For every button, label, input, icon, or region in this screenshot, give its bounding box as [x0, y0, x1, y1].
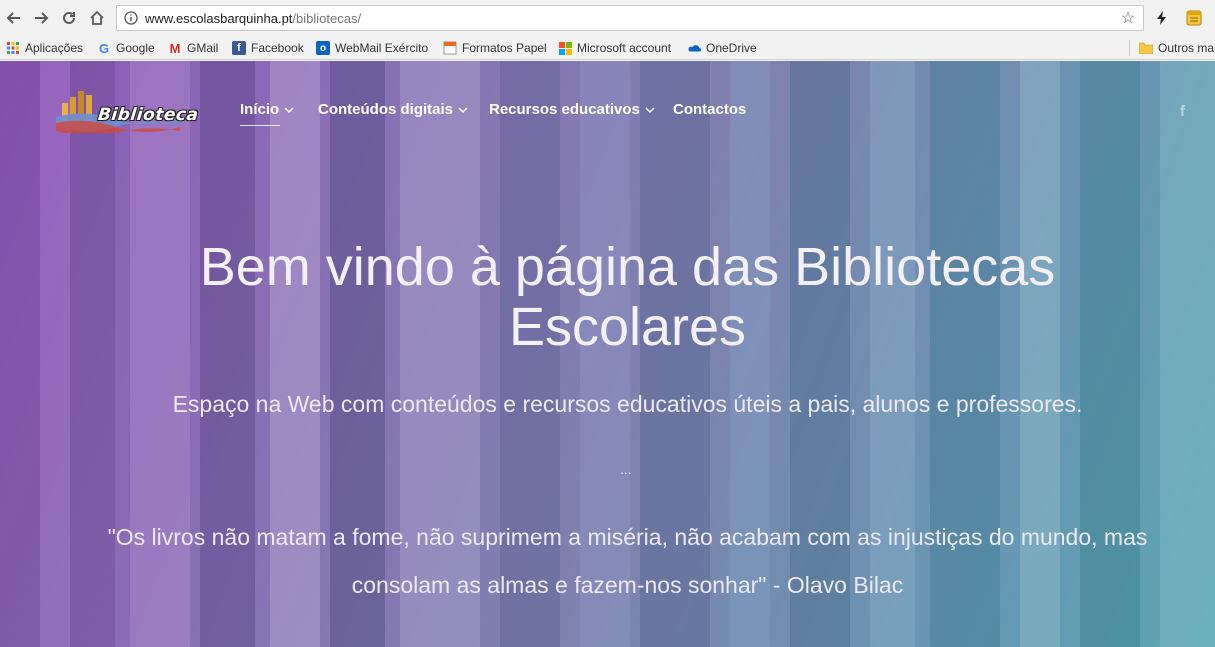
chevron-down-icon: [645, 105, 655, 115]
facebook-icon: f: [232, 41, 246, 55]
apps-grid-icon: [6, 41, 20, 55]
bookmark-google[interactable]: G Google: [97, 39, 155, 57]
google-icon: G: [98, 40, 110, 56]
nav-item-inicio[interactable]: Início: [240, 101, 294, 126]
bookmark-label: OneDrive: [706, 41, 757, 55]
url-host: www.escolasbarquinha.pt: [145, 10, 293, 26]
logo-text: Biblioteca: [96, 105, 200, 125]
browser-toolbar: www.escolasbarquinha.pt/bibliotecas/ ☆: [0, 0, 1215, 36]
address-bar[interactable]: www.escolasbarquinha.pt/bibliotecas/ ☆: [116, 5, 1144, 31]
reload-icon[interactable]: [59, 8, 79, 28]
bookmark-label: Aplicações: [25, 41, 84, 55]
hero-subtitle: Espaço na Web com conteúdos e recursos e…: [172, 391, 1083, 417]
hero-title-line2: Escolares: [508, 297, 747, 357]
nav-item-conteudos-digitais[interactable]: Conteúdos digitais: [318, 101, 468, 118]
bookmarks-divider: [1129, 40, 1130, 56]
microsoft-icon: [558, 41, 572, 55]
folder-icon: [1139, 41, 1153, 55]
outlook-icon: o: [316, 41, 330, 55]
nav-item-recursos-educativos[interactable]: Recursos educativos: [489, 101, 655, 118]
facebook-icon[interactable]: f: [1180, 103, 1185, 120]
hero-quote: "Os livros não matam a fome, não suprime…: [60, 513, 1195, 609]
bookmark-label: WebMail Exército: [335, 41, 429, 55]
bookmark-gmail[interactable]: M GMail: [168, 39, 219, 57]
bookmarks-bar: Aplicações G Google M GMail f Facebook o…: [0, 36, 1215, 60]
chevron-down-icon: [284, 105, 294, 115]
hero-separator: ...: [620, 461, 632, 477]
hero-quote-line2: consolam as almas e fazem-nos sonhar" - …: [351, 572, 904, 598]
nav-label: Início: [240, 101, 280, 118]
active-underline: [240, 125, 280, 126]
star-icon[interactable]: ☆: [1119, 9, 1137, 27]
nav-label: Conteúdos digitais: [318, 101, 453, 118]
hero-title-line1: Bem vindo à página das Bibliotecas: [199, 237, 1056, 297]
bookmark-onedrive[interactable]: OneDrive: [687, 39, 757, 57]
url-text[interactable]: www.escolasbarquinha.pt/bibliotecas/: [145, 11, 361, 26]
bookmark-formatos-papel[interactable]: Formatos Papel: [443, 39, 547, 57]
gmail-icon: M: [169, 40, 181, 56]
nav-label: Recursos educativos: [489, 101, 640, 118]
bolt-extension-icon[interactable]: [1153, 9, 1171, 27]
bookmark-label: Microsoft account: [577, 41, 672, 55]
bookmark-apps[interactable]: Aplicações: [6, 39, 83, 57]
page-icon: [443, 41, 457, 55]
bookmark-label: Google: [116, 41, 155, 55]
bookmark-label: Outros ma: [1158, 41, 1215, 55]
bookmark-label: GMail: [187, 41, 219, 55]
site-logo[interactable]: Biblioteca: [56, 87, 200, 137]
url-path: /bibliotecas/: [292, 10, 362, 26]
chevron-down-icon: [458, 105, 468, 115]
back-arrow-icon[interactable]: [4, 8, 24, 28]
bookmark-label: Formatos Papel: [462, 41, 547, 55]
notes-extension-icon[interactable]: [1185, 9, 1203, 27]
bookmark-webmail[interactable]: o WebMail Exército: [316, 39, 428, 57]
nav-label: Contactos: [673, 101, 747, 118]
hero-title: Bem vindo à página das Bibliotecas Escol…: [0, 237, 1215, 357]
home-icon[interactable]: [87, 8, 107, 28]
hero-quote-line1: "Os livros não matam a fome, não suprime…: [107, 524, 1148, 550]
hero-section: Biblioteca Início Conteúdos digitais Rec…: [0, 61, 1215, 647]
bookmark-microsoft-account[interactable]: Microsoft account: [558, 39, 671, 57]
bookmark-label: Facebook: [251, 41, 304, 55]
info-icon[interactable]: [123, 10, 139, 26]
forward-arrow-icon[interactable]: [31, 8, 51, 28]
bookmark-facebook[interactable]: f Facebook: [232, 39, 304, 57]
nav-item-contactos[interactable]: Contactos: [673, 101, 746, 118]
bookmark-other-folder[interactable]: Outros ma: [1139, 39, 1214, 57]
onedrive-icon: [687, 41, 701, 55]
